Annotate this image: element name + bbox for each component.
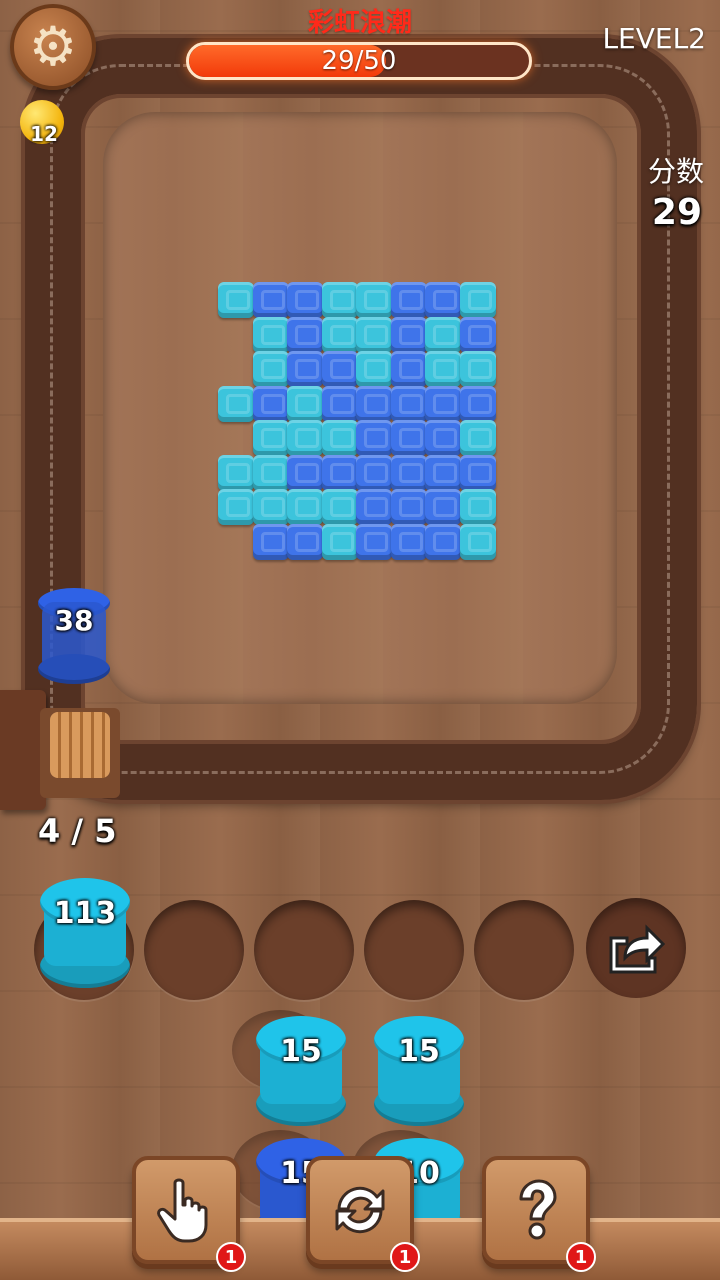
conveyor-spool-count: 38 <box>54 604 94 637</box>
stack-spool-1-count: 15 <box>280 1034 322 1069</box>
block <box>287 351 323 387</box>
block <box>287 420 323 456</box>
block <box>321 489 358 525</box>
block <box>356 523 392 560</box>
block <box>321 316 358 353</box>
slot-4[interactable] <box>364 900 464 1000</box>
block <box>356 385 392 422</box>
block <box>459 316 496 353</box>
level-label: LEVEL2 <box>602 22 706 55</box>
block <box>356 316 392 353</box>
block <box>252 282 289 318</box>
block <box>218 282 254 318</box>
block <box>252 420 289 456</box>
block <box>252 489 289 525</box>
block <box>459 282 496 318</box>
question-icon <box>519 1179 557 1240</box>
score-label: 分数 <box>647 155 704 188</box>
block <box>321 420 358 456</box>
block <box>252 385 289 422</box>
refresh-tool-button[interactable]: 1 <box>306 1156 420 1272</box>
block <box>287 316 323 353</box>
stack-spool-1[interactable]: 15 <box>256 1016 346 1128</box>
score-value: 29 <box>651 192 702 233</box>
block <box>287 282 323 318</box>
block <box>287 523 323 560</box>
block <box>459 523 496 560</box>
block <box>356 420 392 456</box>
block <box>356 454 392 491</box>
block <box>218 489 254 525</box>
slot-5[interactable] <box>474 900 574 1000</box>
block <box>252 351 289 387</box>
block <box>425 351 461 387</box>
hint-tool-button[interactable]: 1 <box>482 1156 596 1272</box>
block <box>356 351 392 387</box>
block <box>459 385 496 422</box>
block <box>321 385 358 422</box>
block <box>390 282 427 318</box>
slot-2[interactable] <box>144 900 244 1000</box>
exit-button[interactable] <box>586 898 686 998</box>
block <box>218 385 254 422</box>
block <box>287 454 323 491</box>
slot-spool-count: 113 <box>53 896 117 931</box>
block <box>390 420 427 456</box>
refresh-icon <box>335 1186 385 1234</box>
block <box>321 351 358 387</box>
coin-count: 12 <box>30 122 58 146</box>
event-progress-text: 29/50 <box>321 46 397 76</box>
hand-pointer-icon <box>157 1178 208 1243</box>
stack-spool-2-count: 15 <box>398 1034 440 1069</box>
hand-tool-badge: 1 <box>216 1242 246 1272</box>
block <box>459 351 496 387</box>
block <box>390 523 427 560</box>
event-progress-bar: 29/50 <box>186 42 532 80</box>
block <box>252 523 289 560</box>
share-exit-icon <box>609 924 666 974</box>
block <box>390 351 427 387</box>
block <box>390 385 427 422</box>
hint-tool-badge: 1 <box>566 1242 596 1272</box>
block <box>321 523 358 560</box>
block <box>459 454 496 491</box>
block <box>425 420 461 456</box>
block <box>425 385 461 422</box>
slot-spool[interactable]: 113 <box>40 878 130 990</box>
block <box>252 316 289 353</box>
block <box>425 282 461 318</box>
block <box>390 454 427 491</box>
block <box>459 489 496 525</box>
block <box>321 454 358 491</box>
block <box>287 489 323 525</box>
block <box>218 454 254 491</box>
hand-tool-button[interactable]: 1 <box>132 1156 246 1272</box>
block <box>390 489 427 525</box>
block <box>425 454 461 491</box>
block <box>287 385 323 422</box>
block <box>459 420 496 456</box>
block <box>356 282 392 318</box>
block <box>356 489 392 525</box>
stack-spool-2[interactable]: 15 <box>374 1016 464 1128</box>
block <box>425 489 461 525</box>
block <box>425 523 461 560</box>
launcher-coil <box>50 712 110 778</box>
block <box>390 316 427 353</box>
block <box>252 454 289 491</box>
queue-counter: 4 / 5 <box>38 812 117 850</box>
block <box>321 282 358 318</box>
slot-3[interactable] <box>254 900 354 1000</box>
block <box>425 316 461 353</box>
refresh-tool-badge: 1 <box>390 1242 420 1272</box>
conveyor-spool[interactable]: 38 <box>38 588 110 688</box>
